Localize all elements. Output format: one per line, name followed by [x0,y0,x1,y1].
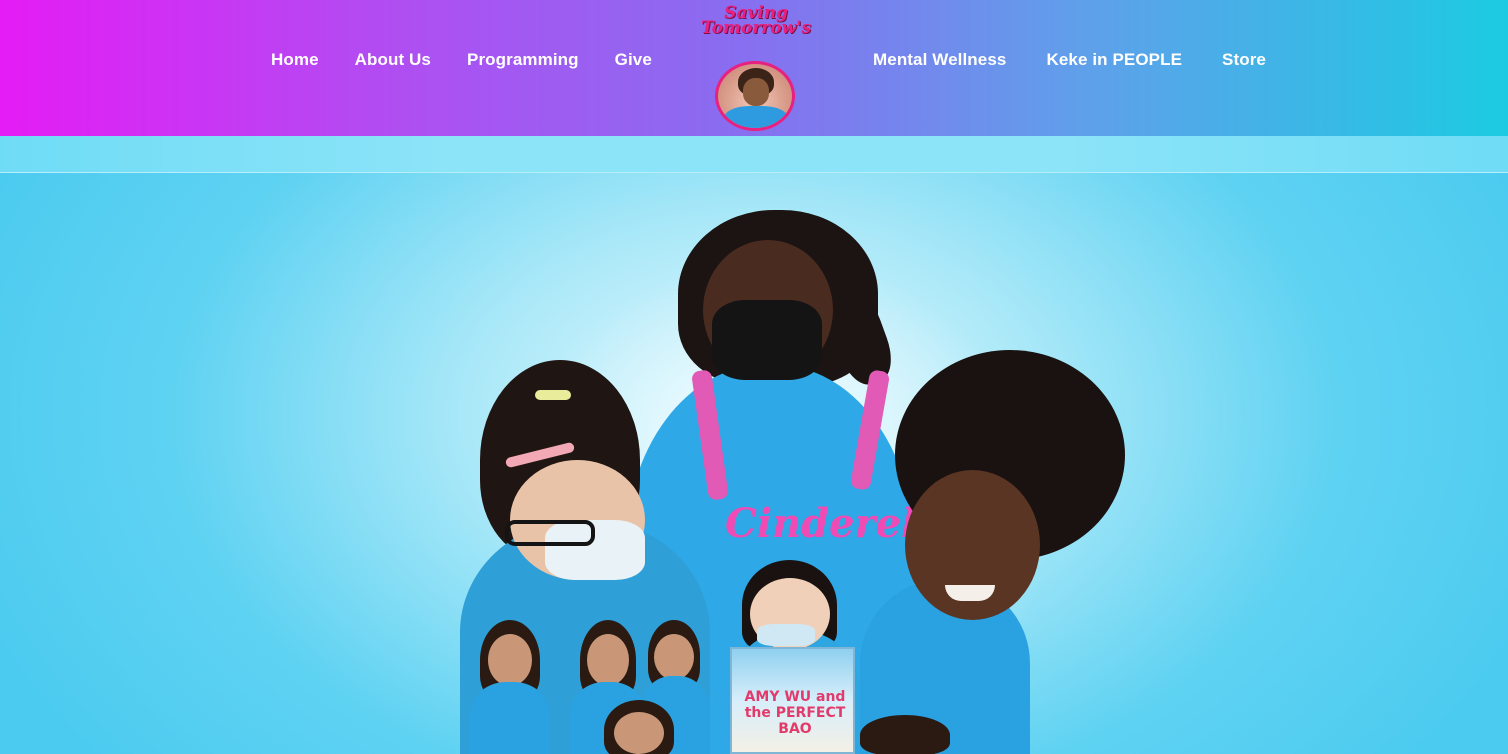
glasses [505,520,595,546]
site-header: Home About Us Programming Give Saving To… [0,0,1508,136]
face [654,634,694,680]
avatar-face [743,78,769,106]
logo-wordmark: Saving Tomorrow's [696,5,816,38]
avatar-shirt [724,106,788,128]
nav-give[interactable]: Give [615,50,652,70]
nav-about-us[interactable]: About Us [355,50,431,70]
book-title: AMY WU and the PERFECT BAO [744,689,846,737]
nav-keke-in-people[interactable]: Keke in PEOPLE [1046,50,1182,70]
face-mask [757,624,815,646]
hair [860,715,950,754]
face [587,634,629,686]
hero-collage-image: Cinderellas AMY WU and the PERFECT BAO [440,200,1140,754]
shirt [470,682,550,754]
face-mask [712,300,822,380]
nav-programming[interactable]: Programming [467,50,579,70]
header-subbar [0,136,1508,173]
face [614,712,664,754]
founder-avatar-icon [715,61,795,131]
hair-clip [535,390,571,400]
logo-wordmark-line2: Tomorrow's [700,18,812,38]
primary-nav-right: Mental Wellness Keke in PEOPLE Store [873,48,1266,72]
nav-home[interactable]: Home [271,50,319,70]
site-logo[interactable]: Saving Tomorrow's [696,5,816,134]
primary-nav-left: Home About Us Programming Give [271,48,652,72]
book-cover: AMY WU and the PERFECT BAO [730,647,855,754]
face [488,634,532,686]
nav-store[interactable]: Store [1222,50,1266,70]
nav-mental-wellness[interactable]: Mental Wellness [873,50,1006,70]
